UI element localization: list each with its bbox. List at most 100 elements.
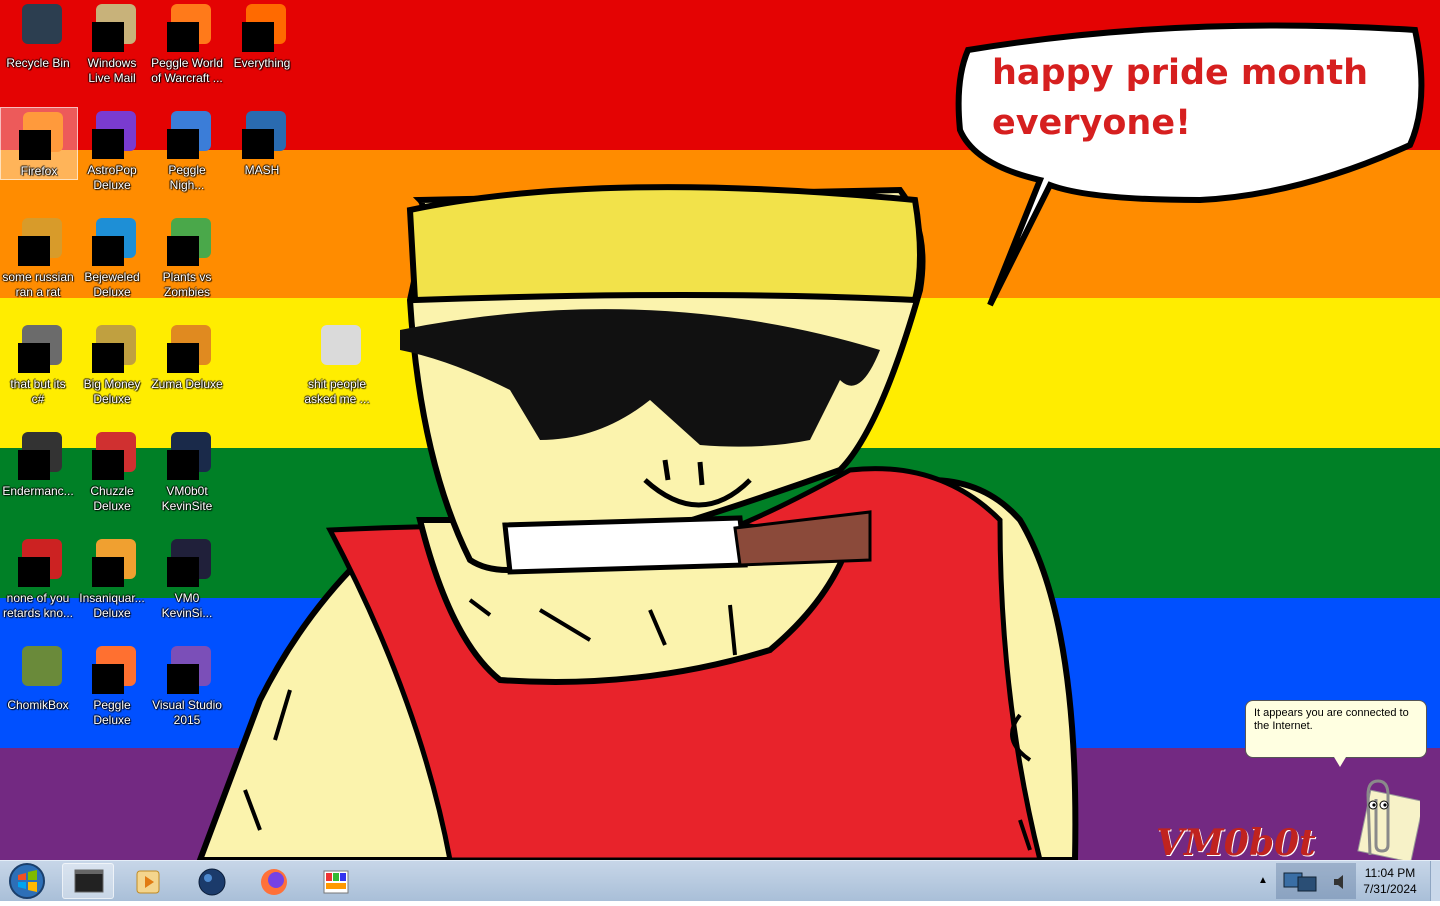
desktop-icon-label: Plants vs Zombies <box>162 270 212 299</box>
firefox-icon <box>15 112 63 160</box>
game-icon <box>88 111 136 159</box>
show-desktop-button[interactable] <box>1430 861 1440 901</box>
tray-overflow-button[interactable]: ▲ <box>1258 875 1268 886</box>
desktop-icon[interactable]: Peggle World of Warcraft ... <box>149 0 225 86</box>
desktop-icon[interactable]: VM0b0t KevinSite <box>149 428 225 514</box>
desktop-icon-label: Peggle Nigh... <box>168 163 206 192</box>
shortcut-overlay <box>18 450 50 480</box>
taskbar-firefox[interactable] <box>248 863 300 899</box>
speech-line-2: everyone! <box>992 103 1192 143</box>
desktop-icon[interactable]: Peggle Deluxe <box>74 642 150 728</box>
desktop-icon[interactable]: Firefox <box>0 107 78 180</box>
desktop-icon[interactable]: Everything <box>224 0 300 71</box>
desktop-icon[interactable]: Chuzzle Deluxe <box>74 428 150 514</box>
icon-art <box>321 325 361 365</box>
system-tray <box>1276 863 1356 899</box>
windows-logo-icon <box>9 863 45 899</box>
game-icon <box>88 325 136 373</box>
shortcut-overlay <box>242 129 274 159</box>
desktop-icon[interactable]: Recycle Bin <box>0 0 76 71</box>
desktop-icon-label: Zuma Deluxe <box>151 377 223 391</box>
search-icon <box>238 4 286 52</box>
desktop-icon-label: some russian ran a rat <box>2 270 74 299</box>
volume-icon[interactable] <box>1332 873 1348 891</box>
desktop-icon[interactable]: Endermanc... <box>0 428 76 499</box>
start-button[interactable] <box>6 861 48 901</box>
desktop-icon[interactable]: some russian ran a rat <box>0 214 76 300</box>
desktop-icon-label: AstroPop Deluxe <box>87 163 137 192</box>
desktop-icon[interactable]: Big Money Deluxe <box>74 321 150 407</box>
clock-date: 7/31/2024 <box>1363 882 1417 896</box>
cmd-icon <box>74 869 104 893</box>
desktop-icon[interactable]: shit people asked me ... <box>299 321 375 407</box>
desktop-icon[interactable]: Windows Live Mail <box>74 0 150 86</box>
desktop-icon[interactable]: Insaniquar... Deluxe <box>74 535 150 621</box>
game-icon <box>163 325 211 373</box>
shortcut-overlay <box>92 129 124 159</box>
network-icon[interactable] <box>1282 871 1322 893</box>
clock[interactable]: 11:04 PM 7/31/2024 <box>1356 865 1424 897</box>
desktop-icon-label: VM0b0t KevinSite <box>161 484 213 513</box>
shortcut-overlay <box>18 236 50 266</box>
game-icon <box>163 218 211 266</box>
icon-art <box>22 646 62 686</box>
desktop-icon-label: Recycle Bin <box>6 56 70 70</box>
paint-icon <box>323 870 349 894</box>
taskbar: ▲ 11:04 PM 7/31/2024 <box>0 860 1440 901</box>
desktop-icon[interactable]: ChomikBox <box>0 642 76 713</box>
desktop-icon[interactable]: Peggle Nigh... <box>149 107 225 193</box>
speech-bubble-text: happy pride month everyone! <box>992 48 1392 148</box>
desktop-icon[interactable]: MASH <box>224 107 300 178</box>
taskbar-paint[interactable] <box>310 863 362 899</box>
desktop-icon[interactable]: Bejeweled Deluxe <box>74 214 150 300</box>
shortcut-overlay <box>167 557 199 587</box>
desktop-icon[interactable]: Visual Studio 2015 <box>149 642 225 728</box>
shortcut-overlay <box>19 130 51 160</box>
recycle-bin-icon <box>14 4 62 52</box>
shortcut-overlay <box>92 664 124 694</box>
desktop-icon[interactable]: AstroPop Deluxe <box>74 107 150 193</box>
desktop-icon-label: Insaniquar... Deluxe <box>79 591 145 620</box>
clippy-tooltip[interactable]: It appears you are connected to the Inte… <box>1245 700 1427 767</box>
shortcut-overlay <box>92 557 124 587</box>
icon-art <box>22 4 62 44</box>
desktop-icon-label: Windows Live Mail <box>87 56 137 85</box>
desktop-icon-label: none of you retards kno... <box>2 591 74 620</box>
hamster-icon <box>14 646 62 694</box>
visual-studio-icon <box>163 646 211 694</box>
desktop-icon[interactable]: that but its c# <box>0 321 76 407</box>
shortcut-overlay <box>92 450 124 480</box>
tooltip-text: It appears you are connected to the Inte… <box>1254 707 1409 732</box>
shortcut-overlay <box>167 343 199 373</box>
peggle-icon <box>88 646 136 694</box>
peggle-icon <box>163 111 211 159</box>
desktop-icon-label: Firefox <box>20 164 58 178</box>
clippy-icon[interactable] <box>1340 775 1420 860</box>
game-icon <box>238 111 286 159</box>
cigarette <box>502 515 748 575</box>
desktop-icon-label: Peggle Deluxe <box>93 698 131 727</box>
desktop-icon[interactable]: Plants vs Zombies <box>149 214 225 300</box>
vm0b0t-signature: VM0b0t <box>1156 822 1316 864</box>
taskbar-cmd[interactable] <box>62 863 114 899</box>
shortcut-overlay <box>167 450 199 480</box>
shortcut-overlay <box>167 664 199 694</box>
desktop-icon-label: Endermanc... <box>2 484 74 498</box>
taskbar-media-player[interactable] <box>122 863 174 899</box>
game-icon <box>88 218 136 266</box>
clock-time: 11:04 PM <box>1364 866 1416 880</box>
taskbar-globe[interactable] <box>186 863 238 899</box>
app-icon <box>14 432 62 480</box>
app-icon <box>14 218 62 266</box>
shortcut-overlay <box>18 343 50 373</box>
desktop-icon[interactable]: none of you retards kno... <box>0 535 76 621</box>
desktop-icon[interactable]: Zuma Deluxe <box>149 321 225 392</box>
desktop-icon-label: shit people asked me ... <box>304 377 370 406</box>
firefox-icon <box>261 869 287 895</box>
app-icon <box>14 539 62 587</box>
shortcut-overlay <box>92 236 124 266</box>
shortcut-overlay <box>18 557 50 587</box>
desktop-icon-label: Visual Studio 2015 <box>152 698 222 727</box>
desktop-icon[interactable]: VM0 KevinSi... <box>149 535 225 621</box>
desktop-icon-label: MASH <box>244 163 280 177</box>
